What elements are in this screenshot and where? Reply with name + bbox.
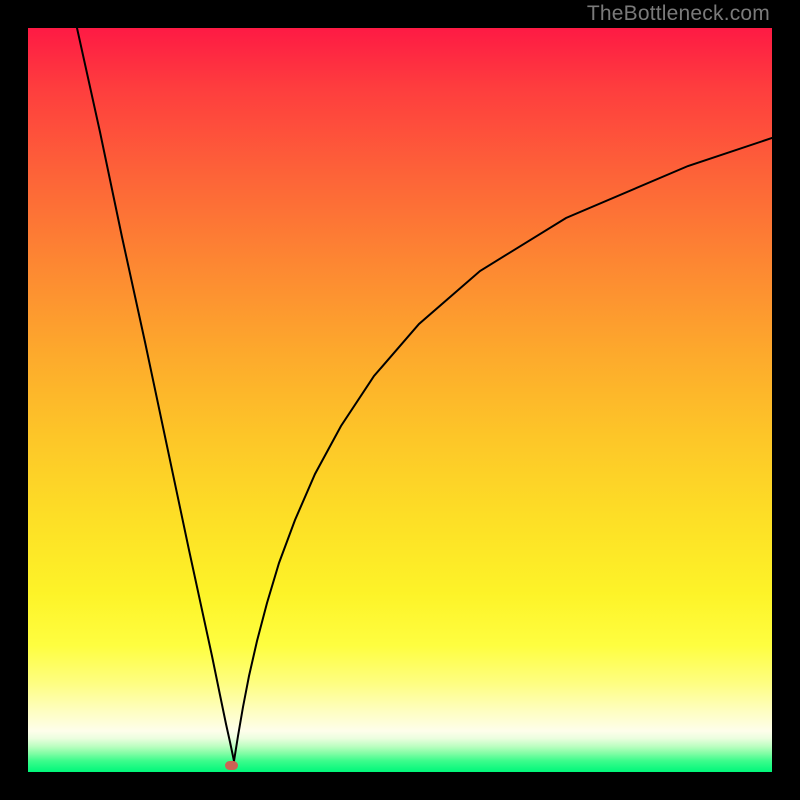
chart-frame: TheBottleneck.com — [0, 0, 800, 800]
attribution-label: TheBottleneck.com — [587, 2, 770, 26]
minimum-marker — [225, 761, 238, 770]
curve-right-branch — [234, 138, 772, 761]
curve-left-branch — [77, 28, 234, 761]
plot-area — [28, 28, 772, 772]
bottleneck-curve — [28, 28, 772, 772]
